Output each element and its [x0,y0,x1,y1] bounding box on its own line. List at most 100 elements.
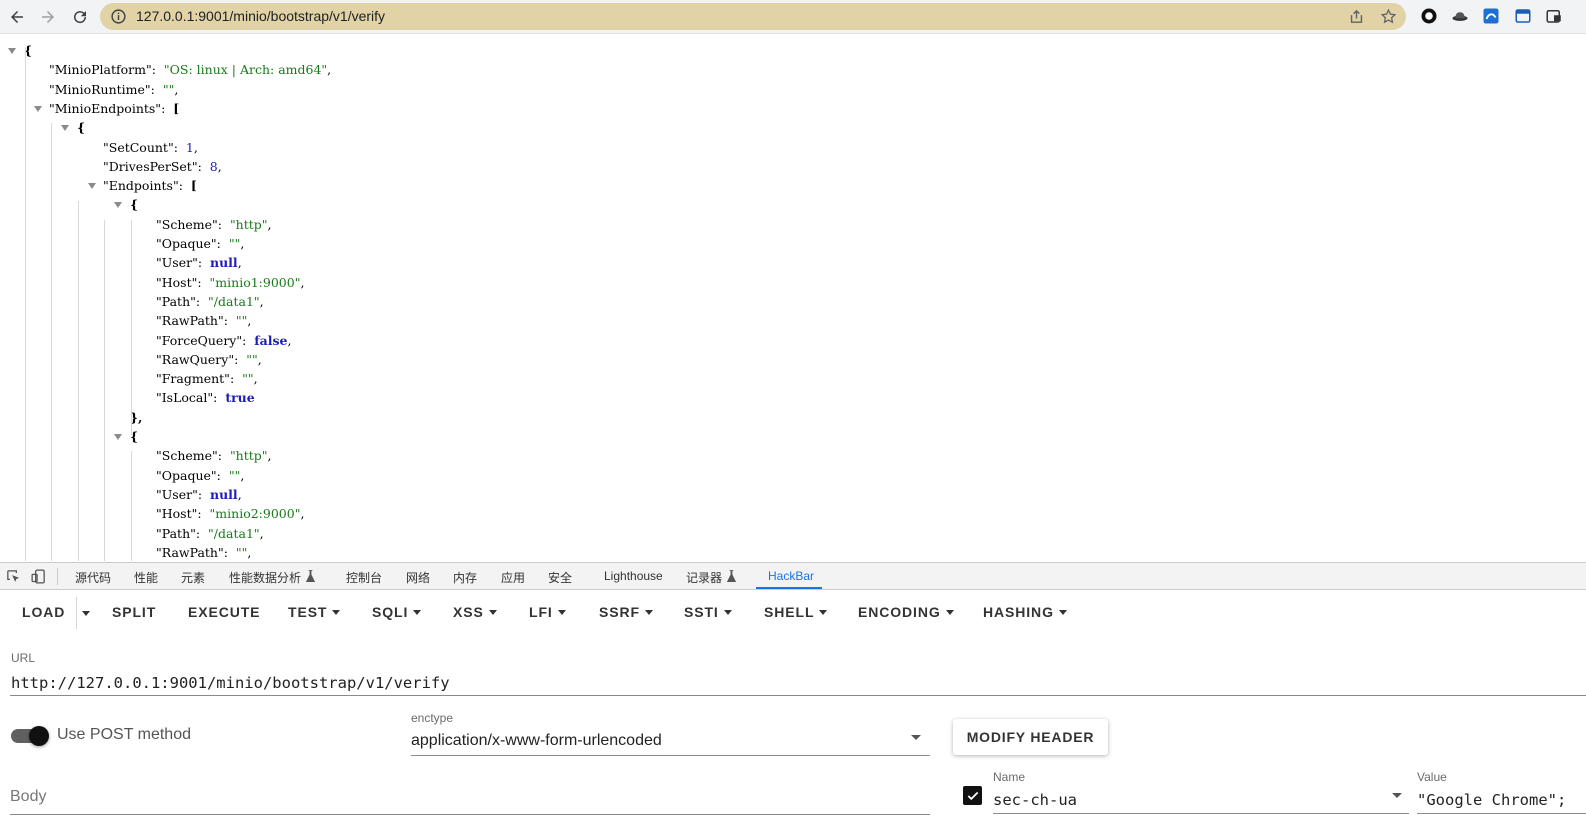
indent-guide [104,220,105,561]
json-token: "SetCount" [103,140,174,155]
hashing-menu-button[interactable]: HASHING [983,604,1067,620]
json-token: , [217,159,222,174]
chevron-down-icon[interactable] [1392,793,1402,798]
body-input[interactable] [10,780,930,815]
load-button[interactable]: LOAD [22,604,65,620]
chevron-down-icon [723,609,732,615]
shell-label: SHELL [764,604,815,620]
modify-header-button[interactable]: MODIFY HEADER [953,719,1108,755]
tab-performance-insights[interactable]: 性能数据分析 [229,569,301,586]
json-token: , [240,468,245,483]
reload-button[interactable] [68,5,92,29]
header-value-label: Value [1417,770,1447,784]
test-label: TEST [288,604,328,620]
address-url[interactable]: 127.0.0.1:9001/minio/bootstrap/v1/verify [136,8,385,24]
json-token: "" [242,371,254,386]
chevron-down-icon [332,609,341,615]
hat-extension-icon[interactable] [1451,7,1469,25]
tab-elements[interactable]: 元素 [181,569,205,586]
json-token: , [267,448,272,463]
collapse-toggle-icon[interactable] [8,48,16,54]
sqli-menu-button[interactable]: SQLI [372,604,422,620]
tab-sources[interactable]: 源代码 [75,569,111,586]
window-extension-icon[interactable] [1514,7,1532,25]
json-token: , [300,506,305,521]
tab-hackbar[interactable]: HackBar [768,569,814,583]
chevron-down-icon [557,609,566,615]
load-dropdown-caret[interactable] [82,611,90,616]
json-token: : [197,255,210,270]
device-toolbar-icon[interactable] [30,568,47,585]
json-token: "IsLocal" [156,390,214,405]
json-token: "" [228,468,241,483]
json-token: "MinioPlatform" [49,62,152,77]
shell-menu-button[interactable]: SHELL [764,604,828,620]
chevron-down-icon [644,609,653,615]
tab-network[interactable]: 网络 [406,569,430,586]
json-token: "/data1" [208,294,260,309]
json-token: "RawPath" [156,313,224,328]
json-token: false [254,333,288,348]
collapse-toggle-icon[interactable] [88,183,96,189]
xss-menu-button[interactable]: XSS [453,604,497,620]
header-name-input[interactable] [993,787,1409,814]
json-token: "ForceQuery" [156,333,243,348]
json-token: , [247,545,252,560]
share-icon[interactable] [1348,8,1365,25]
bookmark-star-icon[interactable] [1380,8,1397,25]
header-enabled-checkbox[interactable] [963,786,982,805]
json-token: { [130,197,139,212]
forward-button[interactable] [36,5,60,29]
enctype-select[interactable]: application/x-www-form-urlencoded [411,729,930,756]
blue-extension-icon[interactable] [1482,7,1500,25]
json-token: [ [173,101,180,116]
json-token: : [197,506,210,521]
json-token: "" [235,313,248,328]
reload-icon [74,11,87,24]
circle-extension-icon[interactable] [1420,7,1438,25]
json-token: "minio1:9000" [209,275,301,290]
json-token: "Scheme" [156,217,218,232]
execute-button[interactable]: EXECUTE [188,604,260,620]
tab-memory[interactable]: 内存 [453,569,477,586]
xss-label: XSS [453,604,484,620]
collapse-toggle-icon[interactable] [61,125,69,131]
tab-extension-icon[interactable] [1545,7,1563,25]
json-token: { [77,120,86,135]
url-input[interactable] [10,671,1586,696]
json-token: "DrivesPerSet" [103,159,198,174]
json-token: "Endpoints" [103,178,179,193]
collapse-toggle-icon[interactable] [114,202,122,208]
back-button[interactable] [5,5,29,29]
tab-application[interactable]: 应用 [501,569,525,586]
info-icon[interactable] [110,8,127,25]
tab-console[interactable]: 控制台 [346,569,382,586]
header-name-label: Name [993,770,1026,784]
json-token: , [253,371,258,386]
post-method-toggle-knob[interactable] [29,726,49,746]
tab-recorder[interactable]: 记录器 [686,569,722,586]
json-token: : [197,487,210,502]
json-token: : [151,62,164,77]
json-token: : [229,371,243,386]
tab-performance[interactable]: 性能 [134,569,158,586]
split-button[interactable]: SPLIT [112,604,156,620]
inspect-element-icon[interactable] [5,568,22,585]
json-token: : [216,236,229,251]
ssti-menu-button[interactable]: SSTI [684,604,732,620]
encoding-menu-button[interactable]: ENCODING [858,604,954,620]
collapse-toggle-icon[interactable] [114,434,122,440]
address-bar[interactable]: 127.0.0.1:9001/minio/bootstrap/v1/verify [100,3,1406,30]
header-value-input[interactable] [1417,787,1586,814]
json-line: "RawQuery": "", [156,350,262,369]
json-line: "Opaque": "", [156,466,244,485]
lfi-menu-button[interactable]: LFI [529,604,566,620]
json-line: "User": null, [156,485,242,504]
json-line: "User": null, [156,253,242,272]
tab-security[interactable]: 安全 [548,569,572,586]
collapse-toggle-icon[interactable] [34,106,42,112]
json-token: , [257,352,262,367]
tab-lighthouse[interactable]: Lighthouse [604,569,663,583]
test-menu-button[interactable]: TEST [288,604,341,620]
ssrf-menu-button[interactable]: SSRF [599,604,653,620]
